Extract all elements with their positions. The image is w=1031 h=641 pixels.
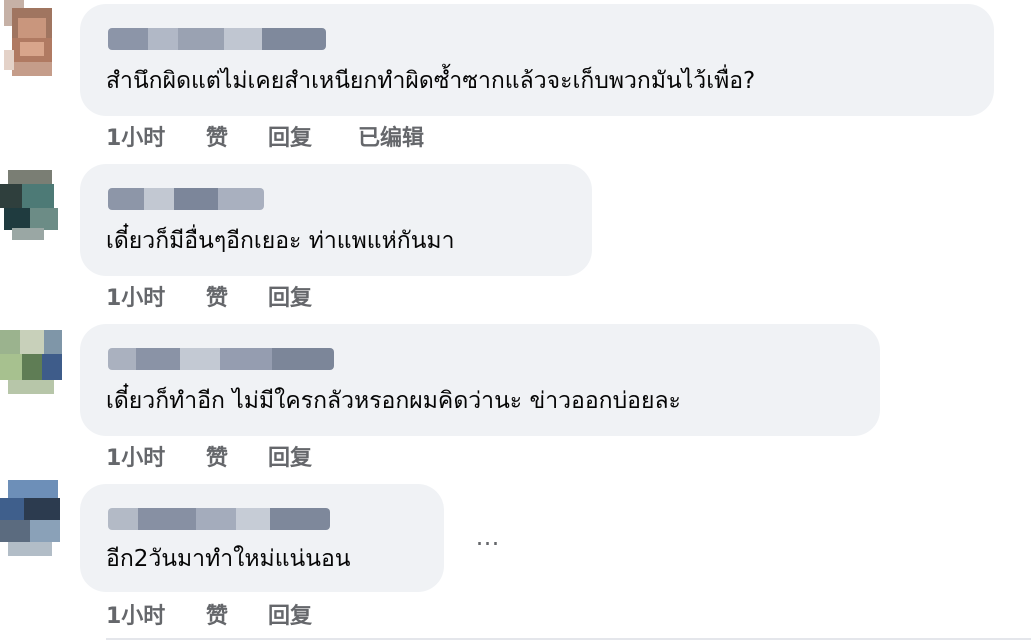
author-name-blurred[interactable] (108, 508, 330, 530)
avatar[interactable] (0, 164, 64, 242)
author-name-blurred[interactable] (108, 188, 264, 210)
author-name-blurred[interactable] (108, 28, 326, 50)
like-button[interactable]: 赞 (206, 120, 268, 152)
reply-button[interactable]: 回复 (268, 440, 312, 472)
divider (106, 638, 1031, 640)
reply-button[interactable]: 回复 (268, 120, 358, 152)
timestamp[interactable]: 1小时 (106, 440, 206, 472)
more-options-icon[interactable]: … (470, 523, 506, 551)
author-name-blurred[interactable] (108, 348, 334, 370)
comment-text: เดี๋ยวก็ทำอีก ไม่มีใครกลัวหรอกผมคิดว่านะ… (106, 388, 681, 414)
avatar[interactable] (0, 324, 64, 398)
comment-text: เดี๋ยวก็มีอื่นๆอีกเยอะ ท่าแพแห่กันมา (106, 228, 455, 254)
comment-text: สำนึกผิดแต่ไม่เคยสำเหนียกทำผิดซ้ำซากแล้ว… (106, 68, 756, 94)
reply-button[interactable]: 回复 (268, 598, 312, 630)
edited-label[interactable]: 已编辑 (358, 120, 424, 152)
comment-actions: 1小时 赞 回复 已编辑 (106, 120, 424, 152)
comment-actions: 1小时 赞 回复 (106, 440, 312, 472)
timestamp[interactable]: 1小时 (106, 280, 206, 312)
comment-bubble: สำนึกผิดแต่ไม่เคยสำเหนียกทำผิดซ้ำซากแล้ว… (80, 4, 994, 116)
avatar[interactable] (0, 0, 64, 80)
like-button[interactable]: 赞 (206, 440, 268, 472)
reply-button[interactable]: 回复 (268, 280, 312, 312)
like-button[interactable]: 赞 (206, 598, 268, 630)
timestamp[interactable]: 1小时 (106, 120, 206, 152)
comment-actions: 1小时 赞 回复 (106, 280, 312, 312)
avatar[interactable] (0, 480, 64, 558)
comment-actions: 1小时 赞 回复 (106, 598, 312, 630)
comment-text: อีก2วันมาทำใหม่แน่นอน (106, 546, 351, 572)
like-button[interactable]: 赞 (206, 280, 268, 312)
comment-bubble: เดี๋ยวก็มีอื่นๆอีกเยอะ ท่าแพแห่กันมา (80, 164, 592, 276)
timestamp[interactable]: 1小时 (106, 598, 206, 630)
comment-bubble: อีก2วันมาทำใหม่แน่นอน (80, 484, 444, 592)
comment-bubble: เดี๋ยวก็ทำอีก ไม่มีใครกลัวหรอกผมคิดว่านะ… (80, 324, 880, 436)
